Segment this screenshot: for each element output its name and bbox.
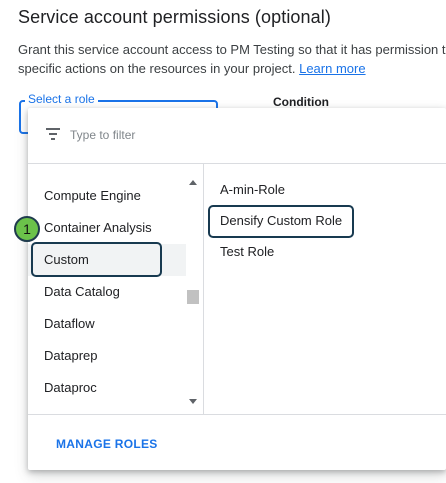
learn-more-link[interactable]: Learn more bbox=[299, 61, 365, 76]
condition-label: Condition bbox=[273, 95, 329, 109]
role-item-densify-custom-role[interactable]: Densify Custom Role bbox=[204, 205, 446, 236]
category-scrollbar[interactable] bbox=[186, 174, 200, 410]
arrow-up-icon[interactable] bbox=[189, 180, 197, 185]
iam-permissions-page: Service account permissions (optional) G… bbox=[0, 0, 446, 483]
category-item-dataproc[interactable]: Dataproc bbox=[28, 372, 186, 404]
role-picker-dropdown: Compute Engine Container Analysis Custom… bbox=[28, 108, 446, 470]
step-number-badge: 1 bbox=[14, 216, 40, 242]
role-item-a-min-role[interactable]: A-min-Role bbox=[204, 174, 446, 205]
manage-roles-button[interactable]: MANAGE ROLES bbox=[56, 437, 158, 451]
description-line-1: Grant this service account access to PM … bbox=[18, 42, 446, 57]
filter-bar bbox=[28, 108, 446, 164]
section-title: Service account permissions (optional) bbox=[18, 7, 331, 27]
role-item-test-role[interactable]: Test Role bbox=[204, 236, 446, 267]
category-item-container-analysis[interactable]: Container Analysis bbox=[28, 212, 186, 244]
category-item-custom[interactable]: Custom bbox=[28, 244, 186, 276]
select-role-label: Select a role bbox=[25, 92, 98, 106]
category-item-data-catalog[interactable]: Data Catalog bbox=[28, 276, 186, 308]
arrow-down-icon[interactable] bbox=[189, 399, 197, 404]
category-list: Compute Engine Container Analysis Custom… bbox=[28, 180, 186, 404]
category-item-compute-engine[interactable]: Compute Engine bbox=[28, 180, 186, 212]
filter-list-icon bbox=[46, 128, 60, 140]
description-line-2-text: specific actions on the resources in you… bbox=[18, 61, 300, 76]
category-item-dataprep[interactable]: Dataprep bbox=[28, 340, 186, 372]
category-item-dataflow[interactable]: Dataflow bbox=[28, 308, 186, 340]
footer-divider bbox=[28, 414, 446, 415]
filter-input[interactable] bbox=[70, 125, 370, 145]
scrollbar-thumb[interactable] bbox=[187, 290, 199, 304]
description-line-2: specific actions on the resources in you… bbox=[18, 59, 446, 78]
role-list: A-min-Role Densify Custom Role Test Role bbox=[204, 174, 446, 267]
section-description: Grant this service account access to PM … bbox=[18, 40, 446, 78]
